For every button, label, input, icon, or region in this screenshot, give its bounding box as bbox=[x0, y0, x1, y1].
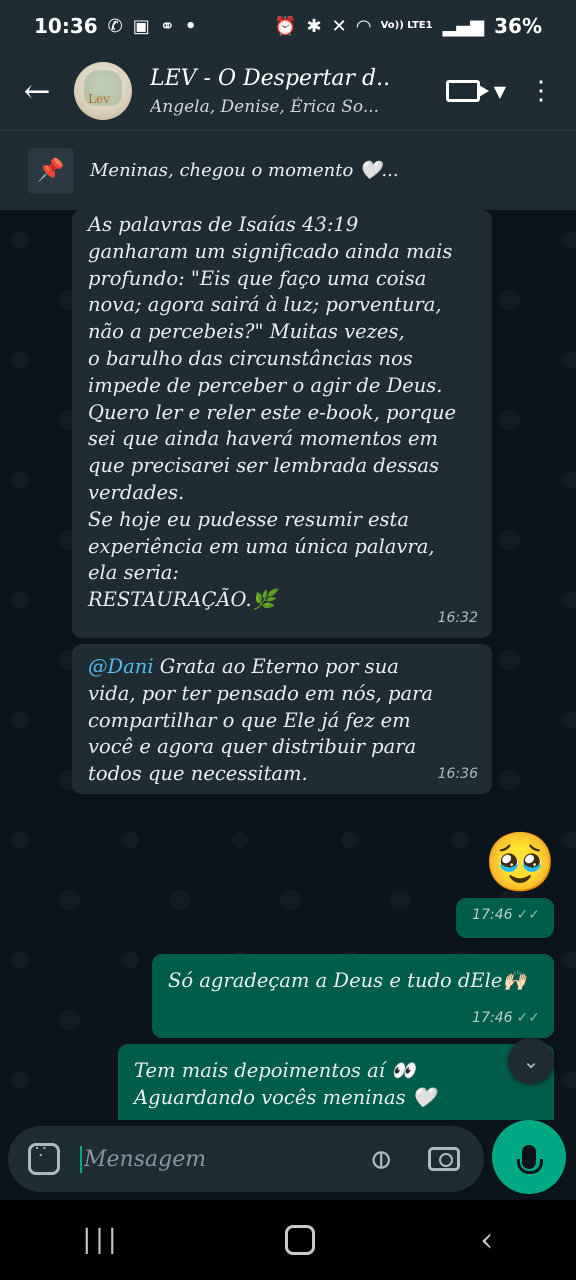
more-options-icon[interactable]: ⋮ bbox=[528, 78, 554, 104]
message-input[interactable] bbox=[80, 1145, 336, 1173]
message-bubble[interactable]: As palavras de Isaías 43:19 ganharam um … bbox=[72, 210, 492, 638]
camera-icon[interactable] bbox=[428, 1147, 460, 1171]
system-nav-bar: ||| ‹ bbox=[0, 1200, 576, 1280]
pin-icon: 📌 bbox=[28, 147, 74, 194]
status-time: 10:36 bbox=[34, 14, 98, 38]
link-icon: ⚭ bbox=[159, 15, 175, 37]
chat-area[interactable]: As palavras de Isaías 43:19 ganharam um … bbox=[0, 210, 576, 1120]
header-info[interactable]: LEV - O Despertar d... Angela, Denise, É… bbox=[150, 66, 390, 117]
sticker-icon[interactable] bbox=[28, 1142, 60, 1175]
signal-icon: ▂▄▆ bbox=[442, 15, 485, 37]
alarm-icon: ⏰ bbox=[274, 15, 297, 37]
message-bubble[interactable]: Tem mais depoimentos aí 👀 Aguardando voc… bbox=[118, 1044, 554, 1120]
video-call-icon[interactable] bbox=[445, 80, 489, 102]
composer-bar: ⊘ bbox=[0, 1120, 576, 1200]
message-time: 16:36 bbox=[437, 766, 478, 783]
dot-icon: • bbox=[184, 15, 197, 37]
message-bubble[interactable]: @Dani Grata ao Eterno por sua vida, por … bbox=[72, 644, 492, 794]
emoji-message[interactable]: 🥹 bbox=[484, 826, 556, 898]
pinned-message-text: Meninas, chegou o momento 🤍... bbox=[90, 160, 399, 181]
mic-icon bbox=[517, 1145, 543, 1174]
call-dropdown-icon[interactable]: ▼ bbox=[494, 82, 506, 101]
message-text: Tem mais depoimentos aí 👀 Aguardando voc… bbox=[134, 1059, 437, 1109]
recents-icon[interactable]: ||| bbox=[82, 1225, 120, 1255]
read-ticks-icon: ✓✓ bbox=[516, 1010, 540, 1027]
battery-level: 36% bbox=[494, 14, 542, 38]
message-bubble[interactable]: Só agradeçam a Deus e tudo dEle🙌🏻 17:46 ✓… bbox=[152, 954, 554, 1038]
mention-link[interactable]: @Dani bbox=[88, 655, 154, 678]
status-bar: 10:36 ✆ ▣ ⚭ • ⏰ ✱ ✕ ◠ Vo)) LTE1 ▂▄▆ 36% bbox=[0, 0, 576, 52]
back-arrow-icon[interactable]: ← bbox=[0, 52, 74, 130]
whatsapp-icon: ✆ bbox=[107, 15, 123, 37]
group-avatar[interactable] bbox=[74, 62, 132, 120]
chat-participants: Angela, Denise, Érica So... bbox=[150, 96, 380, 117]
message-status-chip: 17:46 ✓✓ bbox=[456, 898, 554, 938]
message-field-container: ⊘ bbox=[8, 1126, 484, 1192]
status-right: ⏰ ✱ ✕ ◠ Vo)) LTE1 ▂▄▆ 36% bbox=[274, 14, 542, 38]
message-time: 16:32 bbox=[437, 610, 478, 627]
attach-icon[interactable]: ⊘ bbox=[360, 1139, 400, 1179]
chat-title: LEV - O Despertar d... bbox=[150, 65, 390, 91]
message-text: As palavras de Isaías 43:19 ganharam um … bbox=[88, 213, 457, 612]
mic-button[interactable] bbox=[492, 1120, 566, 1194]
header-actions: ▼ ⋮ bbox=[445, 78, 576, 104]
nav-back-icon[interactable]: ‹ bbox=[480, 1220, 494, 1260]
wifi-icon: ◠ bbox=[356, 15, 371, 37]
image-icon: ▣ bbox=[132, 15, 150, 37]
bluetooth-icon: ✱ bbox=[306, 15, 322, 37]
message-text: Só agradeçam a Deus e tudo dEle🙌🏻 bbox=[168, 969, 527, 992]
read-ticks-icon: ✓✓ bbox=[516, 907, 540, 924]
home-icon[interactable] bbox=[285, 1225, 316, 1255]
message-time: 17:46 bbox=[472, 1010, 513, 1027]
message-time: 17:46 bbox=[472, 907, 513, 924]
scroll-down-button[interactable]: ⌄ bbox=[508, 1038, 554, 1084]
status-left: 10:36 ✆ ▣ ⚭ • bbox=[34, 14, 196, 38]
double-chevron-down-icon: ⌄ bbox=[522, 1049, 540, 1073]
chat-header: ← LEV - O Despertar d... Angela, Denise,… bbox=[0, 52, 576, 130]
volte-icon: Vo)) LTE1 bbox=[380, 20, 433, 31]
pinned-message-bar[interactable]: 📌 Meninas, chegou o momento 🤍... bbox=[0, 130, 576, 210]
mute-icon: ✕ bbox=[331, 15, 347, 37]
